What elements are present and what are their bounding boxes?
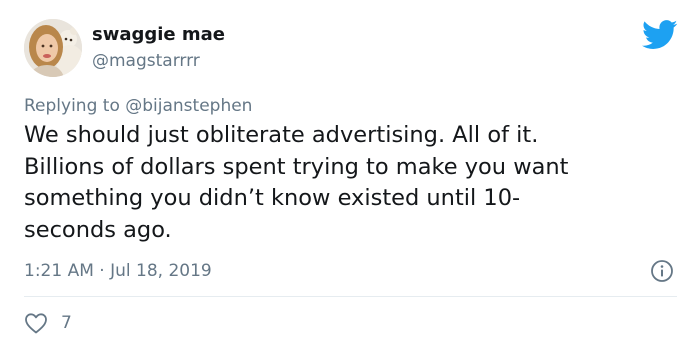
replying-to-mention[interactable]: @bijanstephen bbox=[125, 96, 252, 116]
replying-prefix: Replying to bbox=[24, 96, 126, 116]
twitter-bird-icon[interactable] bbox=[642, 20, 678, 50]
tweet-text-line: Billions of dollars spent trying to make… bbox=[24, 153, 569, 180]
tweet-text-line: seconds ago. bbox=[24, 216, 172, 243]
tweet-text-line: something you didn’t know existed until … bbox=[24, 185, 521, 211]
like-count: 7 bbox=[61, 313, 72, 333]
avatar-image bbox=[24, 19, 82, 77]
user-handle[interactable]: @magstarrrr bbox=[92, 49, 200, 73]
divider bbox=[24, 296, 677, 297]
info-icon[interactable] bbox=[650, 259, 674, 283]
display-name[interactable]: swaggie mae bbox=[92, 23, 225, 47]
timestamp[interactable]: 1:21 AM · Jul 18, 2019 bbox=[24, 259, 212, 283]
avatar[interactable] bbox=[24, 19, 82, 77]
replying-to: Replying to @bijanstephen bbox=[24, 94, 252, 118]
tweet-text: We should just obliterate advertising. A… bbox=[24, 120, 664, 246]
heart-icon[interactable] bbox=[24, 312, 48, 334]
tweet-text-line: We should just obliterate advertising. A… bbox=[24, 122, 539, 148]
